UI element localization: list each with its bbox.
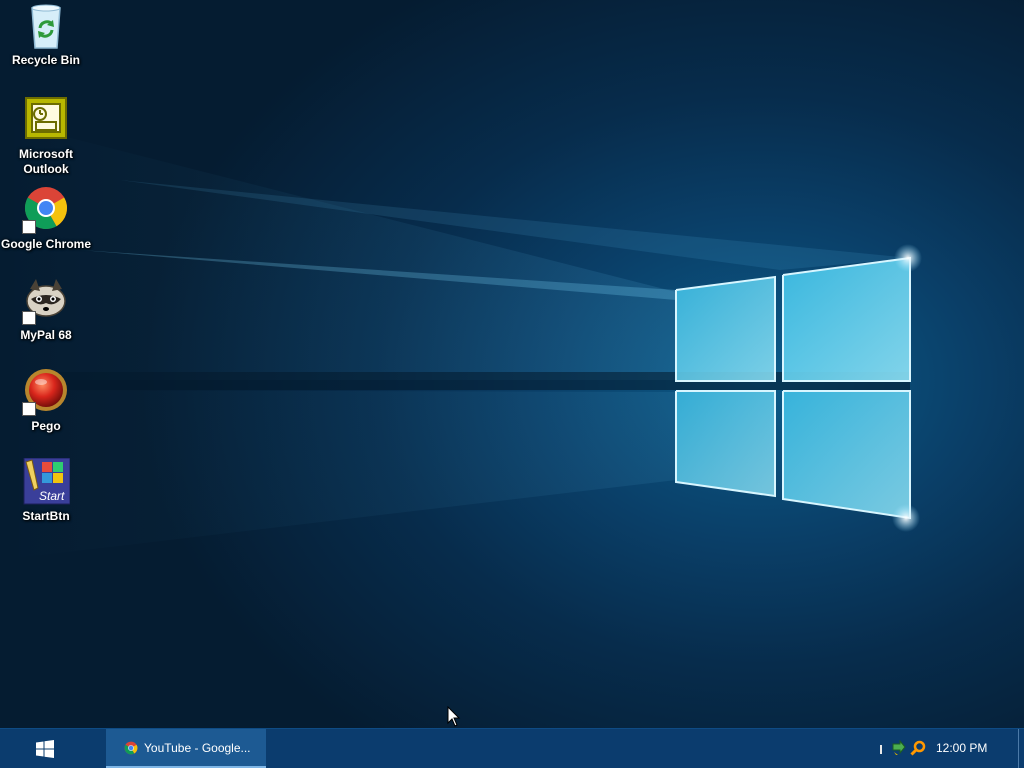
taskbar: YouTube - Google... 12:00 PM [0, 728, 1024, 768]
desktop-icon-mypal-68[interactable]: MyPal 68 [0, 277, 92, 343]
green-arrow-icon[interactable] [892, 740, 906, 756]
desktop[interactable]: Recycle Bin Microsoft Outlook Google Chr… [0, 0, 1024, 728]
taskbar-button-label: YouTube - Google... [144, 740, 251, 755]
shortcut-arrow-icon [22, 402, 36, 416]
desktop-icon-google-chrome[interactable]: Google Chrome [0, 186, 92, 252]
desktop-icon-label: MyPal 68 [20, 328, 72, 342]
red-orb-icon [22, 368, 70, 416]
desktop-icon-label: Recycle Bin [11, 53, 81, 67]
raccoon-icon [22, 277, 70, 325]
chrome-icon [22, 186, 70, 234]
startbtn-icon-text: Start [39, 489, 65, 503]
shortcut-arrow-icon [22, 220, 36, 234]
orange-magnifier-icon[interactable] [910, 740, 926, 756]
recycle-bin-icon [22, 2, 70, 50]
desktop-icon-startbtn[interactable]: Start StartBtn [0, 457, 92, 524]
shortcut-arrow-icon [22, 311, 36, 325]
desktop-icon-microsoft-outlook[interactable]: Microsoft Outlook [0, 96, 92, 177]
desktop-icon-label: Microsoft Outlook [19, 147, 73, 176]
mouse-cursor-icon [447, 705, 461, 728]
outlook-icon [22, 96, 70, 144]
system-tray: 12:00 PM [874, 729, 1024, 768]
start-button[interactable] [0, 729, 90, 768]
taskbar-button-youtube-chrome[interactable]: YouTube - Google... [106, 729, 266, 768]
tray-separator-icon [880, 745, 882, 754]
startbtn-icon: Start [22, 457, 71, 506]
show-desktop-button[interactable] [1018, 729, 1024, 768]
chrome-icon [124, 741, 138, 754]
windows-wallpaper [0, 120, 922, 560]
taskbar-clock[interactable]: 12:00 PM [936, 741, 987, 755]
desktop-icon-pego[interactable]: Pego [0, 368, 92, 434]
desktop-icon-label: Google Chrome [0, 237, 91, 251]
windows-logo-icon [36, 739, 54, 758]
desktop-icon-label: Pego [31, 419, 61, 433]
desktop-icon-label: StartBtn [22, 509, 70, 523]
desktop-icon-recycle-bin[interactable]: Recycle Bin [0, 2, 92, 68]
